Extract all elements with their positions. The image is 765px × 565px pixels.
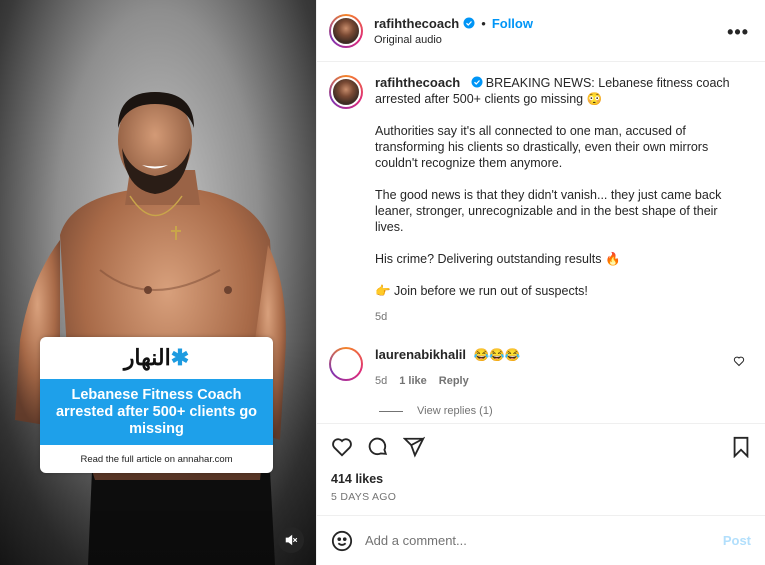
likes-count[interactable]: 414 likes <box>331 472 751 486</box>
instagram-post-modal: النهار ✱ Lebanese Fitness Coach arrested … <box>0 0 765 565</box>
comment-composer: Post <box>317 515 765 565</box>
post-header: rafihthecoach • Follow Original audio ••… <box>317 0 765 62</box>
caption: rafihthecoach BREAKING NEWS: Lebanese fi… <box>329 75 753 325</box>
avatar[interactable] <box>329 13 363 48</box>
post-comment-button[interactable]: Post <box>723 533 751 548</box>
caption-paragraph: Authorities say it's all connected to on… <box>375 124 709 170</box>
caption-paragraph: The good news is that they didn't vanish… <box>375 188 722 234</box>
post-actions: 414 likes 5 DAYS AGO <box>317 423 765 503</box>
comment-item: laurenabikhalil 😂😂😂 5d 1 like Reply <box>329 347 753 387</box>
share-icon[interactable] <box>403 436 425 458</box>
post-video[interactable]: النهار ✱ Lebanese Fitness Coach arrested … <box>0 0 316 565</box>
commenter-username[interactable]: laurenabikhalil <box>375 347 466 362</box>
caption-paragraph: 👉 Join before we run out of suspects! <box>375 284 588 298</box>
comment-like-icon[interactable] <box>733 355 745 370</box>
verified-badge-icon <box>471 76 483 88</box>
reply-button[interactable]: Reply <box>439 375 469 387</box>
caption-paragraph: His crime? Delivering outstanding result… <box>375 252 621 266</box>
news-headline: Lebanese Fitness Coach arrested after 50… <box>40 379 273 445</box>
comment-likes[interactable]: 1 like <box>399 375 427 387</box>
muted-speaker-icon[interactable] <box>278 527 304 553</box>
news-logo: النهار ✱ <box>123 345 190 371</box>
audio-label[interactable]: Original audio <box>374 34 533 46</box>
heart-icon[interactable] <box>331 436 353 458</box>
commenter-avatar[interactable] <box>329 347 363 381</box>
caption-avatar[interactable] <box>329 75 363 109</box>
verified-badge-icon <box>463 17 475 29</box>
comment-age[interactable]: 5d <box>375 375 387 387</box>
comment-text: 😂😂😂 <box>473 348 521 362</box>
comment-input[interactable] <box>365 533 723 548</box>
comments-section: rafihthecoach BREAKING NEWS: Lebanese fi… <box>317 63 765 423</box>
follow-button[interactable]: Follow <box>492 16 533 31</box>
more-options-icon[interactable]: ••• <box>727 22 749 43</box>
author-username[interactable]: rafihthecoach <box>374 16 459 31</box>
view-replies-button[interactable]: View replies (1) <box>379 405 753 417</box>
bookmark-icon[interactable] <box>731 436 751 458</box>
caption-username[interactable]: rafihthecoach <box>375 75 460 90</box>
news-card: النهار ✱ Lebanese Fitness Coach arrested … <box>40 337 273 473</box>
emoji-icon[interactable] <box>331 530 353 552</box>
comment-icon[interactable] <box>367 436 389 458</box>
post-details-panel: rafihthecoach • Follow Original audio ••… <box>316 0 765 565</box>
news-footer: Read the full article on annahar.com <box>80 453 233 465</box>
post-timestamp: 5 DAYS AGO <box>331 491 397 503</box>
caption-age[interactable]: 5d <box>375 309 730 325</box>
